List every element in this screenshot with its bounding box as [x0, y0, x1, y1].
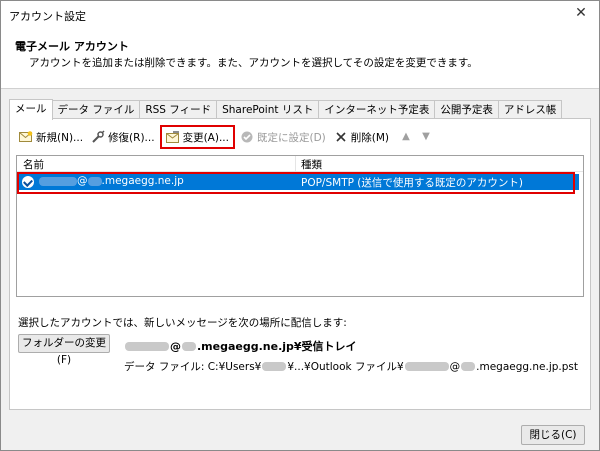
- repair-button[interactable]: 修復(R)...: [88, 127, 158, 147]
- redacted-username: [262, 362, 287, 371]
- set-default-button[interactable]: 既定に設定(D): [237, 127, 329, 147]
- check-circle-icon: [240, 130, 254, 144]
- header-description: アカウントを追加または削除できます。また、アカウントを選択してその設定を変更でき…: [29, 57, 478, 69]
- delivery-path-suffix: .megaegg.ne.jp¥受信トレイ: [197, 340, 357, 353]
- change-button[interactable]: 変更(A)...: [159, 125, 235, 149]
- change-button-label: 変更(A)...: [182, 131, 229, 144]
- data-file-at: @: [449, 360, 461, 373]
- new-mail-icon: [19, 130, 33, 144]
- data-file-suffix: .megaegg.ne.jp.pst: [476, 360, 579, 373]
- header-title: 電子メール アカウント: [15, 40, 129, 53]
- redacted-user: [39, 176, 77, 186]
- redacted-user: [125, 341, 169, 351]
- delivery-path: @ .megaegg.ne.jp¥受信トレイ: [124, 338, 357, 354]
- new-button[interactable]: 新規(N)...: [16, 127, 86, 147]
- change-folder-button[interactable]: フォルダーの変更(F): [18, 334, 110, 366]
- default-account-check-icon: [22, 176, 34, 188]
- account-row[interactable]: @ .megaegg.ne.jp POP/SMTP (送信で使用する既定のアカウ…: [17, 172, 579, 194]
- delivery-at: @: [170, 339, 181, 353]
- delete-button[interactable]: 削除(M): [331, 127, 392, 147]
- repair-button-label: 修復(R)...: [108, 131, 155, 144]
- column-separator: [295, 156, 296, 172]
- list-header: 名前 種類: [17, 156, 583, 172]
- new-button-label: 新規(N)...: [36, 131, 84, 144]
- delete-button-label: 削除(M): [350, 131, 390, 144]
- close-icon[interactable]: ✕: [573, 5, 589, 21]
- account-at: @: [77, 175, 88, 187]
- column-type-header[interactable]: 種類: [301, 157, 322, 172]
- mail-tab-panel: 新規(N)... 修復(R)... 変更(A)... 既定に設定(D) 削除(M…: [9, 118, 591, 410]
- tab-mail[interactable]: メール: [9, 99, 53, 120]
- delivery-label: 選択したアカウントでは、新しいメッセージを次の場所に配信します:: [18, 317, 347, 329]
- arrow-up-icon[interactable]: ▲: [398, 129, 414, 145]
- header-panel: 電子メール アカウント アカウントを追加または削除できます。また、アカウントを選…: [1, 29, 599, 89]
- arrow-down-icon[interactable]: ▼: [418, 129, 434, 145]
- close-button[interactable]: 閉じる(C): [521, 425, 585, 445]
- delete-x-icon: [334, 130, 348, 144]
- data-file-path: データ ファイル: C:¥Users¥ ¥...¥Outlook ファイル¥ @…: [124, 359, 578, 374]
- window-title: アカウント設定: [9, 10, 86, 23]
- redacted-subdomain: [182, 341, 196, 351]
- account-settings-window: アカウント設定 ✕ 電子メール アカウント アカウントを追加または削除できます。…: [0, 0, 600, 451]
- data-file-prefix: データ ファイル: C:¥Users¥: [124, 361, 262, 373]
- column-name-header[interactable]: 名前: [23, 157, 44, 172]
- redacted-user: [404, 362, 449, 371]
- tab-published-calendars[interactable]: 公開予定表: [435, 100, 499, 119]
- tab-sharepoint-lists[interactable]: SharePoint リスト: [217, 100, 320, 119]
- change-account-icon: [165, 130, 180, 144]
- account-name: @ .megaegg.ne.jp: [39, 175, 184, 187]
- account-domain: .megaegg.ne.jp: [101, 175, 184, 187]
- data-file-mid: ¥...¥Outlook ファイル¥: [287, 361, 404, 373]
- tab-address-books[interactable]: アドレス帳: [498, 100, 563, 119]
- account-list: 名前 種類 @ .megaegg.ne.jp POP/SMTP (送信で使用する…: [16, 155, 584, 297]
- wrench-icon: [91, 130, 105, 144]
- toolbar: 新規(N)... 修復(R)... 変更(A)... 既定に設定(D) 削除(M…: [16, 125, 434, 149]
- tab-internet-calendars[interactable]: インターネット予定表: [319, 100, 436, 119]
- tab-strip: メール データ ファイル RSS フィード SharePoint リスト インタ…: [9, 99, 563, 120]
- tab-data-files[interactable]: データ ファイル: [52, 100, 141, 119]
- set-default-label: 既定に設定(D): [256, 131, 326, 144]
- redacted-subdomain: [87, 176, 102, 186]
- tab-rss-feeds[interactable]: RSS フィード: [140, 100, 218, 119]
- redacted-subdomain: [461, 362, 476, 371]
- account-type: POP/SMTP (送信で使用する既定のアカウント): [301, 177, 523, 189]
- title-bar: アカウント設定 ✕: [1, 1, 599, 29]
